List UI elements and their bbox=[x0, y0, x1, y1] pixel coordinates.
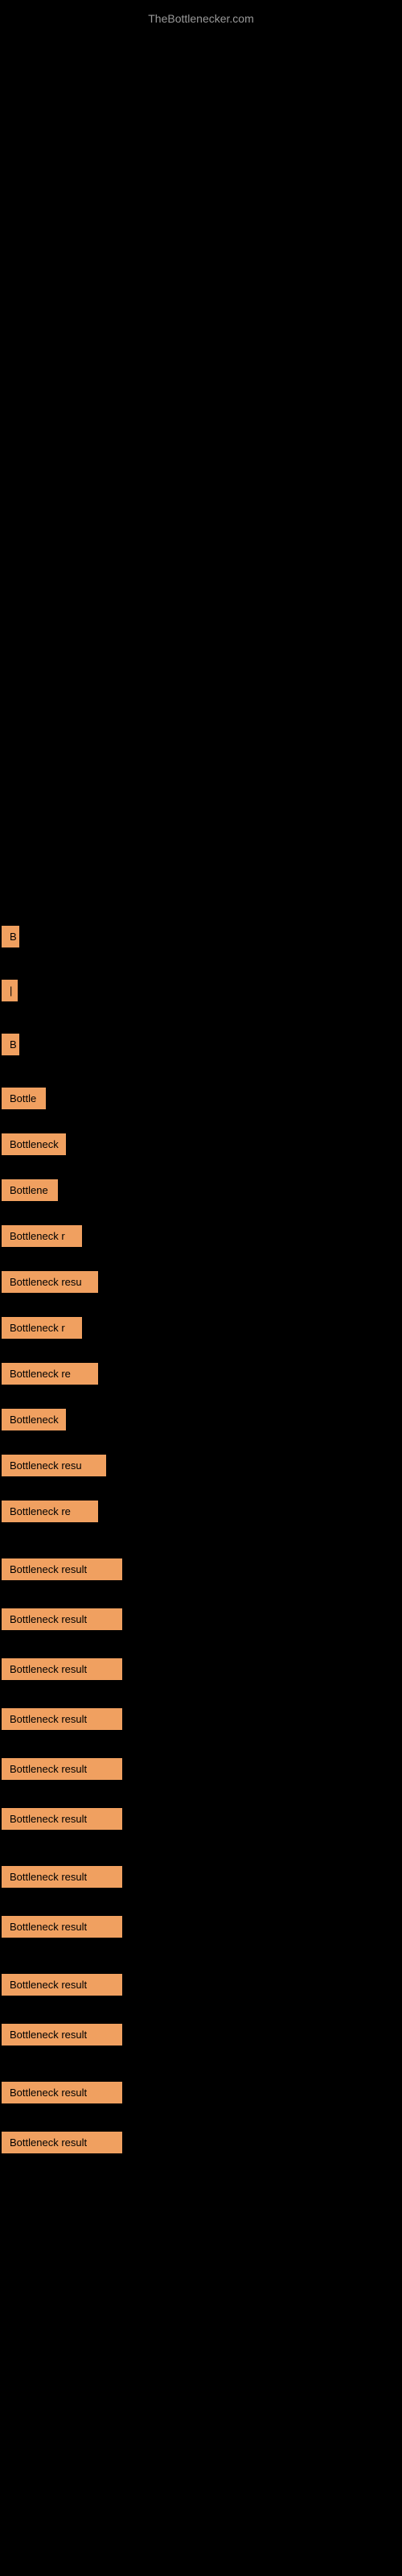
bottleneck-item-20: Bottleneck result bbox=[2, 1866, 122, 1888]
bottleneck-item-1: B bbox=[2, 926, 19, 947]
bottleneck-item-19: Bottleneck result bbox=[2, 1808, 122, 1830]
bottleneck-item-14: Bottleneck result bbox=[2, 1558, 122, 1580]
bottleneck-item-5: Bottleneck bbox=[2, 1133, 66, 1155]
site-title: TheBottlenecker.com bbox=[0, 4, 402, 33]
bottleneck-item-4: Bottle bbox=[2, 1088, 46, 1109]
bottleneck-item-2: | bbox=[2, 980, 18, 1001]
bottleneck-item-23: Bottleneck result bbox=[2, 2024, 122, 2046]
bottleneck-item-21: Bottleneck result bbox=[2, 1916, 122, 1938]
bottleneck-item-13: Bottleneck re bbox=[2, 1501, 98, 1522]
bottleneck-item-24: Bottleneck result bbox=[2, 2082, 122, 2103]
bottleneck-item-15: Bottleneck result bbox=[2, 1608, 122, 1630]
bottleneck-items-container: B | B Bottle Bottleneck Bottlene Bottleneck r B… bbox=[0, 926, 402, 2155]
bottleneck-item-22: Bottleneck result bbox=[2, 1974, 122, 1996]
bottleneck-item-10: Bottleneck re bbox=[2, 1363, 98, 1385]
bottleneck-item-6: Bottlene bbox=[2, 1179, 58, 1201]
bottleneck-item-8: Bottleneck resu bbox=[2, 1271, 98, 1293]
bottleneck-item-18: Bottleneck result bbox=[2, 1758, 122, 1780]
bottleneck-item-7: Bottleneck r bbox=[2, 1225, 82, 1247]
bottleneck-item-11: Bottleneck bbox=[2, 1409, 66, 1430]
bottleneck-item-3: B bbox=[2, 1034, 19, 1055]
bottleneck-item-12: Bottleneck resu bbox=[2, 1455, 106, 1476]
bottleneck-item-17: Bottleneck result bbox=[2, 1708, 122, 1730]
bottleneck-item-25: Bottleneck result bbox=[2, 2132, 122, 2153]
bottleneck-item-9: Bottleneck r bbox=[2, 1317, 82, 1339]
bottleneck-item-16: Bottleneck result bbox=[2, 1658, 122, 1680]
main-content: TheBottlenecker.com B|BBottleBottleneckB… bbox=[0, 0, 402, 2576]
